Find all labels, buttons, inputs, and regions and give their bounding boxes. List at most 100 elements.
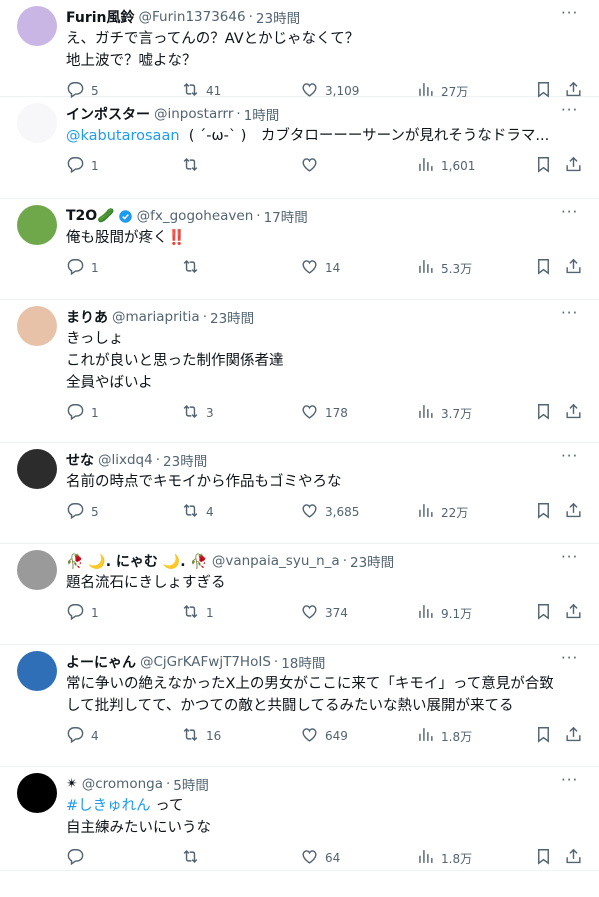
tweet-card[interactable]: ··· T2O🥒 @fx_gogoheaven · 17時間 俺も股間が疼く‼️… xyxy=(0,199,599,300)
display-name[interactable]: Furin風鈴 xyxy=(66,7,135,27)
avatar[interactable] xyxy=(17,6,57,46)
display-name[interactable]: せな xyxy=(66,450,94,470)
bookmark-button[interactable] xyxy=(534,602,553,624)
more-options-icon[interactable]: ··· xyxy=(561,651,581,669)
tweet-card[interactable]: ··· インポスター @inpostarrr · 1時間 @kabutarosa… xyxy=(0,97,599,199)
timestamp[interactable]: 18時間 xyxy=(281,652,325,672)
avatar[interactable] xyxy=(17,306,57,346)
avatar[interactable] xyxy=(17,550,57,590)
share-button[interactable] xyxy=(564,402,583,424)
reply-button[interactable] xyxy=(66,847,91,869)
share-button[interactable] xyxy=(564,155,583,177)
user-handle[interactable]: @Furin1373646 xyxy=(139,9,246,25)
like-button[interactable]: 649 xyxy=(300,725,348,747)
more-options-icon[interactable]: ··· xyxy=(561,449,581,467)
avatar[interactable] xyxy=(17,773,57,813)
hashtag-link[interactable]: #しきゅれん xyxy=(66,798,151,814)
retweet-button[interactable]: 16 xyxy=(181,725,221,747)
timestamp[interactable]: 1時間 xyxy=(244,104,280,124)
timestamp[interactable]: 23時間 xyxy=(350,551,394,571)
avatar[interactable] xyxy=(17,449,57,489)
retweet-button[interactable]: 4 xyxy=(181,501,214,523)
retweet-icon xyxy=(181,725,200,747)
retweet-button[interactable]: 3 xyxy=(181,402,214,424)
tweet-card[interactable]: ··· Furin風鈴 @Furin1373646 · 23時間 え、ガチで言っ… xyxy=(0,0,599,99)
bookmark-button[interactable] xyxy=(534,847,553,869)
more-options-icon[interactable]: ··· xyxy=(561,773,581,791)
view-count: 1.8万 xyxy=(441,851,473,866)
user-handle[interactable]: @fx_gogoheaven xyxy=(137,208,254,224)
user-handle[interactable]: @vanpaia_syu_n_a xyxy=(212,553,340,569)
timestamp[interactable]: 23時間 xyxy=(256,7,300,27)
bookmark-button[interactable] xyxy=(534,725,553,747)
share-button[interactable] xyxy=(564,602,583,624)
display-name[interactable]: 🥀 🌙. にゃむ 🌙. 🥀 xyxy=(66,551,208,571)
like-button[interactable] xyxy=(300,155,325,177)
share-button[interactable] xyxy=(564,257,583,279)
tweet-card[interactable]: ··· せな @lixdq4 · 23時間 名前の時点でキモイから作品もゴミやろ… xyxy=(0,443,599,544)
bookmark-button[interactable] xyxy=(534,155,553,177)
user-handle[interactable]: @mariapritia xyxy=(112,309,200,325)
retweet-button[interactable] xyxy=(181,155,206,177)
display-name[interactable]: T2O🥒 xyxy=(66,208,115,224)
share-button[interactable] xyxy=(564,847,583,869)
display-name[interactable]: ✴ xyxy=(66,776,78,792)
bookmark-button[interactable] xyxy=(534,257,553,279)
reply-button[interactable]: 1 xyxy=(66,402,99,424)
user-handle[interactable]: @lixdq4 xyxy=(98,452,153,468)
like-button[interactable]: 64 xyxy=(300,847,340,869)
reply-icon xyxy=(66,847,85,869)
display-name[interactable]: まりあ xyxy=(66,307,108,327)
timestamp[interactable]: 23時間 xyxy=(210,307,254,327)
heart-icon xyxy=(300,602,319,624)
views-button[interactable]: 3.7万 xyxy=(416,402,472,424)
tweet-card[interactable]: ··· よーにゃん @CjGrKAFwjT7HoIS · 18時間 常に争いの絶… xyxy=(0,645,599,767)
display-name[interactable]: インポスター xyxy=(66,104,150,124)
views-button[interactable]: 5.3万 xyxy=(416,257,472,279)
reply-button[interactable]: 4 xyxy=(66,725,99,747)
tweet-card[interactable]: ··· 🥀 🌙. にゃむ 🌙. 🥀 @vanpaia_syu_n_a · 23時… xyxy=(0,544,599,645)
avatar[interactable] xyxy=(17,651,57,691)
more-options-icon[interactable]: ··· xyxy=(561,306,581,324)
display-name[interactable]: よーにゃん xyxy=(66,652,136,672)
reply-count: 1 xyxy=(91,606,99,620)
like-button[interactable]: 3,685 xyxy=(300,501,359,523)
tweet-card[interactable]: ··· まりあ @mariapritia · 23時間 きっしょ これが良いと思… xyxy=(0,300,599,443)
view-count: 9.1万 xyxy=(441,606,473,621)
retweet-button[interactable] xyxy=(181,847,206,869)
views-button[interactable]: 1.8万 xyxy=(416,847,472,869)
user-handle[interactable]: @cromonga xyxy=(82,776,163,792)
user-handle[interactable]: @inpostarrr xyxy=(154,106,233,122)
reply-count: 5 xyxy=(91,505,99,519)
more-options-icon[interactable]: ··· xyxy=(561,103,581,121)
share-button[interactable] xyxy=(564,725,583,747)
like-button[interactable]: 374 xyxy=(300,602,348,624)
avatar[interactable] xyxy=(17,103,57,143)
retweet-button[interactable]: 1 xyxy=(181,602,214,624)
retweet-button[interactable] xyxy=(181,257,206,279)
timestamp[interactable]: 5時間 xyxy=(173,774,209,794)
tweet-card[interactable]: ··· ✴ @cromonga · 5時間 #しきゅれん って 自主練みたいにい… xyxy=(0,767,599,871)
reply-button[interactable]: 1 xyxy=(66,257,99,279)
views-button[interactable]: 1.8万 xyxy=(416,725,472,747)
like-count: 374 xyxy=(325,606,348,620)
more-options-icon[interactable]: ··· xyxy=(561,6,581,24)
avatar[interactable] xyxy=(17,205,57,245)
more-options-icon[interactable]: ··· xyxy=(561,205,581,223)
more-options-icon[interactable]: ··· xyxy=(561,550,581,568)
like-button[interactable]: 14 xyxy=(300,257,340,279)
like-button[interactable]: 178 xyxy=(300,402,348,424)
bookmark-button[interactable] xyxy=(534,501,553,523)
share-button[interactable] xyxy=(564,501,583,523)
views-button[interactable]: 1,601 xyxy=(416,155,475,177)
views-button[interactable]: 9.1万 xyxy=(416,602,472,624)
reply-button[interactable]: 5 xyxy=(66,501,99,523)
reply-button[interactable]: 1 xyxy=(66,602,99,624)
views-button[interactable]: 22万 xyxy=(416,501,468,523)
bookmark-button[interactable] xyxy=(534,402,553,424)
mention-link[interactable]: @kabutarosaan xyxy=(66,128,180,144)
timestamp[interactable]: 17時間 xyxy=(264,206,308,226)
reply-button[interactable]: 1 xyxy=(66,155,99,177)
timestamp[interactable]: 23時間 xyxy=(163,450,207,470)
user-handle[interactable]: @CjGrKAFwjT7HoIS xyxy=(140,654,271,670)
